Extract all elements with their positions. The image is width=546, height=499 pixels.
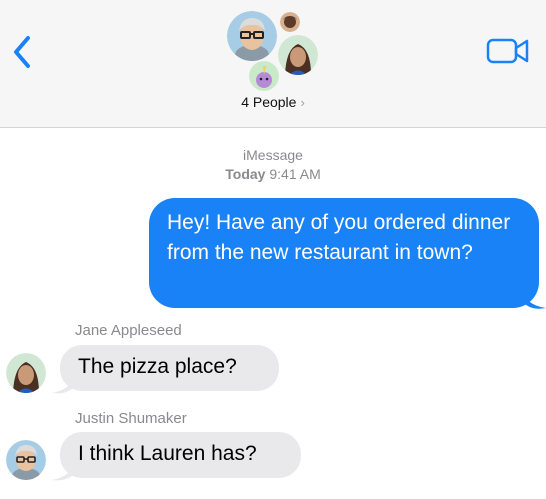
avatar-jane[interactable]: [6, 353, 46, 393]
group-avatar-justin[interactable]: [227, 11, 277, 61]
incoming-message-bubble[interactable]: The pizza place?: [60, 345, 279, 391]
group-title-button[interactable]: 4 People ›: [0, 94, 546, 110]
timestamp-day: Today: [225, 166, 266, 182]
incoming-bubble-tail: [52, 375, 74, 394]
group-avatar-small[interactable]: [280, 12, 300, 32]
back-button[interactable]: [8, 32, 38, 72]
outgoing-message-text: Hey! Have any of you ordered dinner from…: [167, 211, 511, 264]
video-call-icon: [486, 38, 529, 64]
conversation-header: 4 People ›: [0, 0, 546, 128]
incoming-message-text: I think Lauren has?: [78, 442, 257, 465]
video-call-button[interactable]: [486, 36, 530, 66]
back-chevron-icon: [14, 36, 30, 68]
sender-name: Justin Shumaker: [75, 410, 187, 427]
incoming-bubble-tail: [52, 462, 74, 481]
outgoing-bubble-tail: [522, 287, 546, 309]
service-label: iMessage: [243, 147, 303, 163]
incoming-message-bubble[interactable]: I think Lauren has?: [60, 432, 301, 478]
outgoing-message-bubble[interactable]: Hey! Have any of you ordered dinner from…: [149, 198, 539, 308]
sender-name: Jane Appleseed: [75, 322, 182, 339]
group-avatar-unicorn[interactable]: [249, 61, 279, 91]
chevron-right-icon: ›: [300, 95, 305, 110]
group-title: 4 People: [241, 94, 297, 110]
timestamp-time: 9:41 AM: [269, 166, 321, 182]
timestamp: Today 9:41 AM: [0, 166, 546, 182]
incoming-message-text: The pizza place?: [78, 355, 237, 378]
group-avatar-jane[interactable]: [278, 35, 318, 75]
avatar-justin[interactable]: [6, 440, 46, 480]
